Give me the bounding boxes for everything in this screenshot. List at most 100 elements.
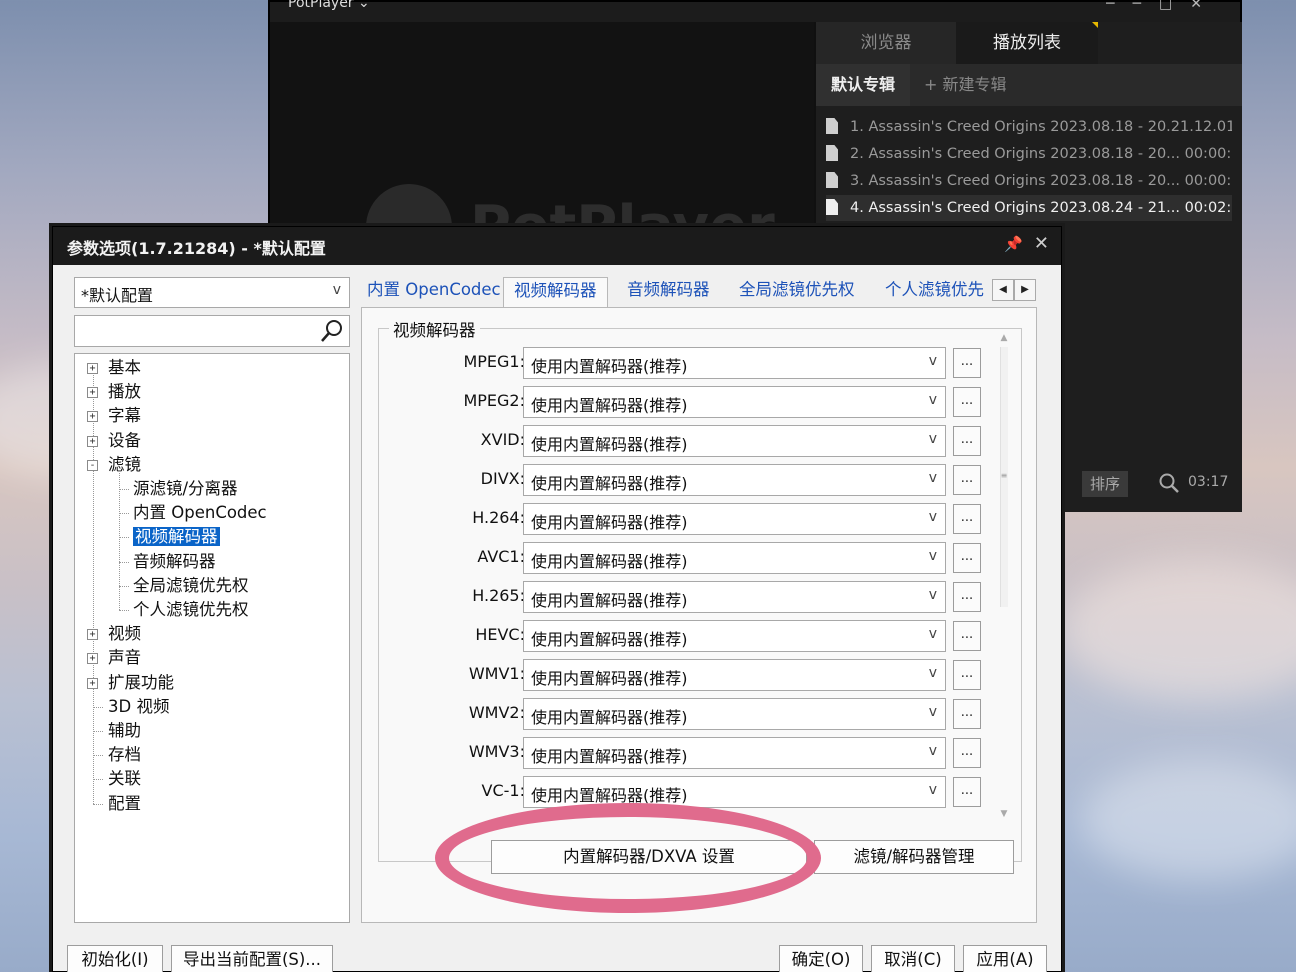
tree-item-label: 个人滤镜优先权 — [133, 600, 249, 619]
codec-decoder-select[interactable]: 使用内置解码器(推荐) v — [523, 698, 946, 730]
settings-tabbar: 内置 OpenCodec 视频解码器 音频解码器 全局滤镜优先权 个人滤镜优先 ◀ ▶ — [363, 277, 1043, 307]
chevron-down-icon: v — [928, 782, 937, 798]
codec-more-button[interactable]: ... — [953, 582, 981, 612]
dialog-titlebar: 参数选项(1.7.21284) - *默认配置 📌 ✕ — [53, 227, 1061, 265]
apply-button[interactable]: 应用(A) — [963, 945, 1047, 972]
codec-more-button[interactable]: ... — [953, 777, 981, 807]
dxva-settings-button[interactable]: 内置解码器/DXVA 设置 — [491, 840, 807, 874]
codec-more-button[interactable]: ... — [953, 543, 981, 573]
codec-decoder-value: 使用内置解码器(推荐) — [531, 552, 688, 571]
codec-more-button[interactable]: ... — [953, 699, 981, 729]
search-icon[interactable] — [1158, 472, 1180, 494]
tree-item[interactable]: 关联 — [108, 767, 141, 791]
scrollbar-grip-icon: ≡ — [1000, 471, 1008, 480]
chevron-down-icon: v — [928, 392, 937, 408]
export-config-button[interactable]: 导出当前配置(S)... — [171, 945, 333, 972]
expand-icon[interactable]: + — [87, 435, 98, 447]
sort-button[interactable]: 排序 — [1082, 471, 1128, 497]
expand-icon[interactable]: + — [87, 387, 98, 399]
codec-more-button[interactable]: ... — [953, 348, 981, 378]
tree-item[interactable]: 播放 — [108, 380, 141, 404]
codec-decoder-select[interactable]: 使用内置解码器(推荐) v — [523, 620, 946, 652]
tab-marker — [1092, 22, 1098, 28]
tree-item[interactable]: 基本 — [108, 356, 141, 380]
playlist-item[interactable]: 2. Assassin's Creed Origins 2023.08.18 -… — [826, 141, 1232, 167]
settings-tab[interactable]: 视频解码器 — [503, 277, 608, 307]
codec-decoder-select[interactable]: 使用内置解码器(推荐) v — [523, 347, 946, 379]
tree-item[interactable]: 视频解码器 — [132, 525, 221, 549]
codec-decoder-select[interactable]: 使用内置解码器(推荐) v — [523, 425, 946, 457]
expand-icon[interactable]: + — [87, 653, 98, 665]
codec-list-scrollbar[interactable]: ▲ ≡ ▼ — [995, 333, 1013, 819]
profile-select[interactable]: *默认配置 v — [74, 277, 350, 308]
expand-icon[interactable]: + — [87, 363, 98, 374]
window-controls[interactable]: ──□✕ — [1106, 0, 1220, 12]
codec-more-button[interactable]: ... — [953, 504, 981, 534]
tab-scroll-right-icon[interactable]: ▶ — [1014, 279, 1036, 301]
tab-scroll-left-icon[interactable]: ◀ — [992, 279, 1014, 301]
album-new-button[interactable]: + 新建专辑 — [924, 64, 1007, 106]
close-icon[interactable]: ✕ — [1034, 233, 1049, 254]
settings-tab[interactable]: 全局滤镜优先权 — [739, 277, 855, 307]
tree-item[interactable]: 声音 — [108, 646, 141, 670]
codec-more-button[interactable]: ... — [953, 660, 981, 690]
tree-item[interactable]: 设备 — [108, 429, 141, 453]
scroll-down-icon[interactable]: ▼ — [999, 809, 1009, 819]
tab-browser[interactable]: 浏览器 — [816, 22, 956, 64]
tree-item[interactable]: 字幕 — [108, 404, 141, 428]
codec-decoder-select[interactable]: 使用内置解码器(推荐) v — [523, 659, 946, 691]
tree-item[interactable]: 视频 — [108, 622, 141, 646]
tree-item[interactable]: 个人滤镜优先权 — [133, 598, 249, 622]
settings-tab[interactable]: 音频解码器 — [627, 277, 710, 307]
tree-item[interactable]: 滤镜 — [108, 453, 141, 477]
dialog-title: 参数选项(1.7.21284) - *默认配置 — [67, 239, 326, 258]
tab-playlist[interactable]: 播放列表 — [956, 22, 1098, 64]
codec-decoder-select[interactable]: 使用内置解码器(推荐) v — [523, 386, 946, 418]
settings-tree: 基本 + 播放 + 字幕 + 设备 + 滤镜 - 源滤镜/分离器 内置 OpenCodec 视频解码器音… — [74, 353, 350, 923]
codec-more-button[interactable]: ... — [953, 621, 981, 651]
chevron-down-icon: v — [928, 509, 937, 525]
expand-icon[interactable]: + — [87, 629, 98, 641]
tree-item[interactable]: 源滤镜/分离器 — [133, 477, 238, 501]
collapse-icon[interactable]: - — [87, 459, 98, 471]
codec-more-button[interactable]: ... — [953, 426, 981, 456]
codec-decoder-select[interactable]: 使用内置解码器(推荐) v — [523, 464, 946, 496]
filter-decoder-manager-button[interactable]: 滤镜/解码器管理 — [814, 840, 1014, 874]
playlist-item[interactable]: 4. Assassin's Creed Origins 2023.08.24 -… — [826, 195, 1232, 221]
playlist-item[interactable]: 3. Assassin's Creed Origins 2023.08.18 -… — [826, 168, 1232, 194]
codec-more-button[interactable]: ... — [953, 738, 981, 768]
cancel-button[interactable]: 取消(C) — [871, 945, 955, 972]
codec-decoder-select[interactable]: 使用内置解码器(推荐) v — [523, 581, 946, 613]
ok-button[interactable]: 确定(O) — [779, 945, 863, 972]
app-menu-button[interactable]: PotPlayer ⌄ — [288, 0, 370, 11]
settings-tab[interactable]: 内置 OpenCodec — [367, 277, 501, 307]
tree-item-label: 关联 — [108, 769, 141, 789]
settings-search-input[interactable] — [74, 315, 350, 347]
search-icon[interactable] — [319, 318, 345, 344]
codec-decoder-select[interactable]: 使用内置解码器(推荐) v — [523, 737, 946, 769]
tree-item[interactable]: 辅助 — [108, 719, 141, 743]
album-default[interactable]: 默认专辑 — [816, 64, 910, 106]
codec-decoder-select[interactable]: 使用内置解码器(推荐) v — [523, 776, 946, 808]
expand-icon[interactable]: + — [87, 677, 98, 689]
codec-more-button[interactable]: ... — [953, 465, 981, 495]
expand-icon[interactable]: + — [87, 411, 98, 423]
settings-tab[interactable]: 个人滤镜优先 — [885, 277, 989, 307]
tree-item-label: 扩展功能 — [108, 672, 174, 692]
playlist-item[interactable]: 1. Assassin's Creed Origins 2023.08.18 -… — [826, 114, 1232, 140]
codec-decoder-select[interactable]: 使用内置解码器(推荐) v — [523, 542, 946, 574]
tree-item[interactable]: 存档 — [108, 743, 141, 767]
tree-item[interactable]: 扩展功能 — [108, 671, 174, 695]
tree-item[interactable]: 3D 视频 — [108, 695, 169, 719]
tree-item[interactable]: 全局滤镜优先权 — [133, 574, 249, 598]
tree-item[interactable]: 配置 — [108, 792, 141, 816]
tree-item[interactable]: 音频解码器 — [133, 550, 216, 574]
initialize-button[interactable]: 初始化(I) — [67, 945, 163, 972]
scroll-up-icon[interactable]: ▲ — [999, 333, 1009, 343]
codec-decoder-select[interactable]: 使用内置解码器(推荐) v — [523, 503, 946, 535]
tree-item[interactable]: 内置 OpenCodec — [133, 501, 267, 525]
pin-icon[interactable]: 📌 — [1004, 235, 1023, 253]
tree-connector — [93, 779, 103, 781]
tree-item-label: 辅助 — [108, 721, 141, 740]
codec-more-button[interactable]: ... — [953, 387, 981, 417]
